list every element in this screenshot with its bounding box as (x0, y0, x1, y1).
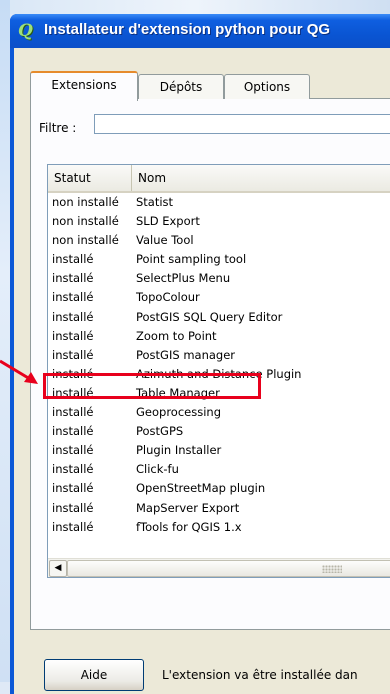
scroll-left-icon[interactable]: ◀ (49, 560, 67, 577)
row-status: non installé (52, 195, 119, 209)
title-bar[interactable]: Q Installateur d'extension python pour Q… (10, 14, 390, 48)
row-plugin-name: Table Manager (136, 385, 220, 400)
table-row[interactable]: installé TopoColour (50, 288, 390, 307)
qgis-logo-icon: Q (18, 21, 33, 41)
tab-options[interactable]: Options (224, 74, 310, 99)
row-plugin-name: MapServer Export (136, 500, 240, 515)
table-row[interactable]: installé Point sampling tool (50, 250, 390, 269)
column-header-nom[interactable]: Nom (132, 165, 390, 191)
row-status: installé (52, 252, 94, 267)
table-row[interactable]: installé Table Manager (50, 384, 390, 403)
dialog-client-area: Extensions Dépôts Options Filtre : Statu… (14, 48, 390, 694)
row-status: installé (52, 328, 94, 343)
table-row[interactable]: installé Geoprocessing (50, 403, 390, 422)
plugin-installer-window: Q Installateur d'extension python pour Q… (10, 14, 390, 694)
filter-input[interactable] (94, 114, 390, 134)
plugin-rows: non installé Statist non installé SLD Expor… (50, 193, 390, 537)
row-plugin-name: Azimuth and Distance Plugin (136, 366, 302, 381)
row-plugin-name: Click-fu (136, 462, 179, 477)
row-plugin-name: Statist (136, 195, 174, 209)
horizontal-scrollbar[interactable]: ◀ (48, 558, 390, 577)
plugin-list[interactable]: Statut Nom non installé Statist non instal… (47, 164, 390, 578)
table-row[interactable]: installé SelectPlus Menu (50, 269, 390, 288)
table-row[interactable]: installé PostGIS manager (50, 346, 390, 365)
row-status: installé (52, 309, 94, 324)
table-row[interactable]: installé Azimuth and Distance Plugin (50, 365, 390, 384)
table-row[interactable]: installé MapServer Export (50, 499, 390, 518)
table-row[interactable]: installé PostGPS (50, 422, 390, 441)
row-status: non installé (52, 214, 119, 229)
row-plugin-name: SelectPlus Menu (136, 271, 231, 286)
row-status: installé (52, 462, 94, 477)
list-header: Statut Nom (48, 165, 390, 193)
table-row[interactable]: installé fTools for QGIS 1.x (50, 518, 390, 537)
table-row[interactable]: installé OpenStreetMap plugin (50, 479, 390, 498)
row-status: installé (52, 347, 94, 362)
row-plugin-name: SLD Export (136, 214, 200, 229)
row-plugin-name: Geoprocessing (136, 405, 221, 420)
table-row[interactable]: installé PostGIS SQL Query Editor (50, 308, 390, 327)
row-status: installé (52, 481, 94, 496)
row-plugin-name: PostGIS manager (136, 347, 236, 362)
row-status: installé (52, 366, 94, 381)
row-status: installé (52, 443, 94, 458)
row-plugin-name: PostGPS (136, 424, 184, 439)
scrollbar-thumb[interactable] (67, 560, 390, 577)
table-row[interactable]: installé Zoom to Point (50, 327, 390, 346)
tab-depots[interactable]: Dépôts (138, 74, 224, 99)
row-plugin-name: PostGIS SQL Query Editor (136, 309, 283, 324)
row-status: installé (52, 271, 94, 286)
row-status: installé (52, 405, 94, 420)
row-status: installé (52, 519, 94, 534)
row-plugin-name: Value Tool (136, 233, 194, 248)
install-status-text: L'extension va être installée dan (162, 668, 358, 682)
table-row[interactable]: installé Click-fu (50, 460, 390, 479)
column-header-statut[interactable]: Statut (48, 165, 132, 191)
row-plugin-name: Point sampling tool (136, 252, 247, 267)
row-status: non installé (52, 233, 119, 248)
row-plugin-name: Zoom to Point (136, 328, 217, 343)
red-pointer-arrow-icon (0, 359, 38, 384)
filter-label: Filtre : (39, 121, 77, 135)
row-status: installé (52, 385, 94, 400)
scrollbar-grip-icon (322, 565, 342, 573)
row-plugin-name: OpenStreetMap plugin (136, 481, 266, 496)
help-button[interactable]: Aide (44, 659, 144, 691)
table-row[interactable]: non installé Statist (50, 193, 390, 212)
tab-extensions[interactable]: Extensions (30, 71, 138, 101)
row-plugin-name: fTools for QGIS 1.x (136, 519, 242, 534)
row-plugin-name: Plugin Installer (136, 443, 222, 458)
table-row[interactable]: non installé SLD Export (50, 212, 390, 231)
desktop-background-top (0, 0, 390, 14)
row-status: installé (52, 424, 94, 439)
table-row[interactable]: installé Plugin Installer (50, 441, 390, 460)
table-row[interactable]: non installé Value Tool (50, 231, 390, 250)
row-status: installé (52, 290, 94, 305)
desktop-background-strip (0, 0, 10, 682)
row-plugin-name: TopoColour (136, 290, 200, 305)
window-title: Installateur d'extension python pour QG (44, 21, 331, 38)
row-status: installé (52, 500, 94, 515)
